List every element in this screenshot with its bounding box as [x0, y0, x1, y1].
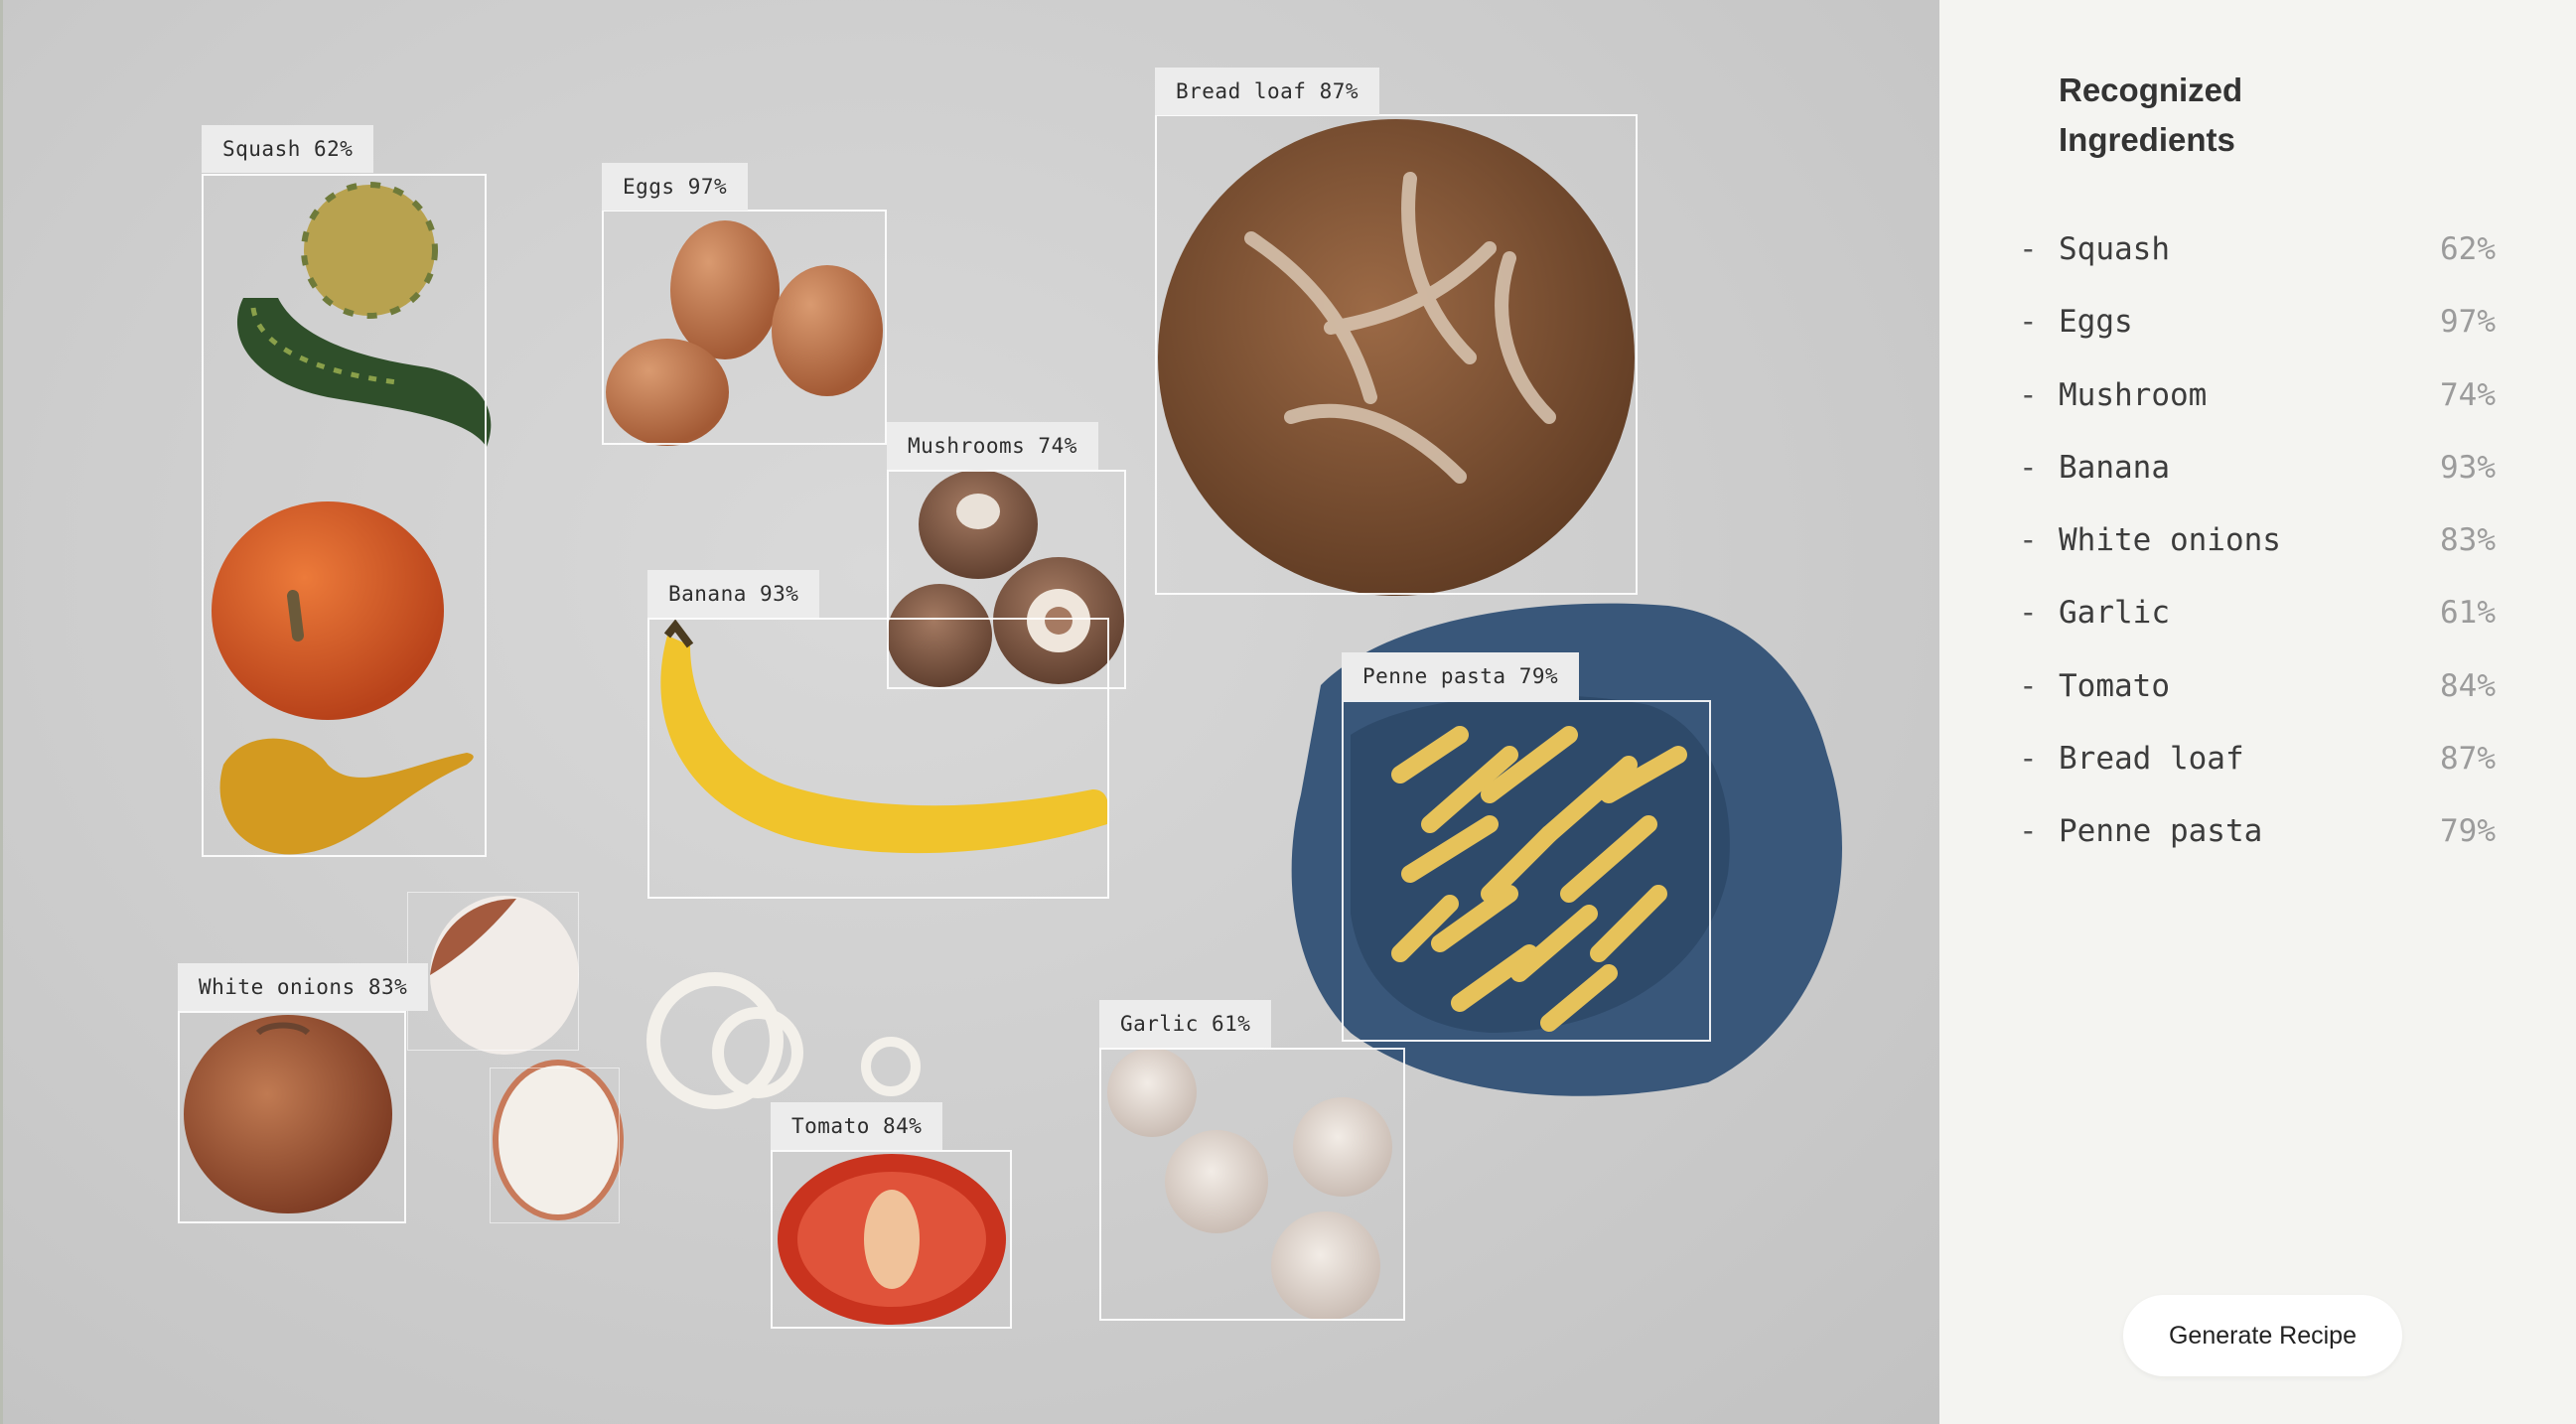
ingredient-name: Eggs [2059, 304, 2133, 341]
tomato-detection-box[interactable] [771, 1150, 1012, 1329]
eggs-detection-label: Eggs 97% [602, 163, 749, 211]
bread-detection-box[interactable] [1155, 114, 1638, 595]
list-dash: - [2019, 449, 2038, 486]
onions-detection-label: White onions 83% [178, 963, 429, 1011]
ingredient-name: Mushroom [2059, 376, 2208, 413]
ingredient-item[interactable]: - Mushroom 74% [2019, 377, 2496, 450]
ingredients-panel: Recognized Ingredients - Squash 62% - Eggs 9… [1939, 0, 2576, 1424]
panel-title: Recognized Ingredients [2059, 71, 2243, 158]
ingredient-confidence: 84% [2440, 667, 2496, 704]
ingredient-item[interactable]: - Tomato 84% [2019, 668, 2496, 741]
ingredient-confidence: 79% [2440, 813, 2496, 850]
ingredient-confidence: 62% [2440, 231, 2496, 267]
pasta-detection-label: Penne pasta 79% [1342, 652, 1580, 700]
ingredient-name: White onions [2059, 522, 2281, 559]
ingredient-confidence: 97% [2440, 304, 2496, 341]
ingredient-confidence: 93% [2440, 449, 2496, 486]
garlic-detection-box[interactable] [1099, 1048, 1405, 1321]
pasta-detection-box[interactable] [1342, 700, 1711, 1042]
list-dash: - [2019, 813, 2038, 850]
banana-detection-label: Banana 93% [647, 570, 820, 618]
list-dash: - [2019, 667, 2038, 704]
ingredient-item[interactable]: - Penne pasta 79% [2019, 813, 2496, 886]
squash-detection-box[interactable] [202, 174, 487, 857]
ingredient-name: Garlic [2059, 595, 2170, 632]
ingredient-item[interactable]: - Bread loaf 87% [2019, 741, 2496, 813]
eggs-detection-box[interactable] [602, 210, 887, 445]
tomato-detection-label: Tomato 84% [771, 1102, 943, 1150]
generate-recipe-button[interactable]: Generate Recipe [2123, 1295, 2402, 1376]
list-dash: - [2019, 231, 2038, 267]
ingredient-name: Tomato [2059, 667, 2170, 704]
ingredient-confidence: 74% [2440, 376, 2496, 413]
ingredient-item[interactable]: - White onions 83% [2019, 522, 2496, 595]
ingredients-photo: Squash 62% Eggs 97% Bread loaf 87% Mushr… [0, 0, 1939, 1424]
ingredient-confidence: 61% [2440, 595, 2496, 632]
ingredient-name: Banana [2059, 449, 2170, 486]
banana-detection-box[interactable] [647, 618, 1109, 899]
list-dash: - [2019, 522, 2038, 559]
list-dash: - [2019, 741, 2038, 778]
mushrooms-detection-label: Mushrooms 74% [887, 422, 1098, 470]
ingredient-item[interactable]: - Squash 62% [2019, 231, 2496, 304]
ingredient-item[interactable]: - Eggs 97% [2019, 304, 2496, 376]
list-dash: - [2019, 304, 2038, 341]
list-dash: - [2019, 376, 2038, 413]
ingredient-confidence: 83% [2440, 522, 2496, 559]
onion-slice-box [490, 1068, 620, 1223]
list-dash: - [2019, 595, 2038, 632]
bread-detection-label: Bread loaf 87% [1155, 68, 1380, 115]
garlic-detection-label: Garlic 61% [1099, 1000, 1272, 1048]
onion-half-box [407, 892, 579, 1051]
ingredient-confidence: 87% [2440, 741, 2496, 778]
ingredient-item[interactable]: - Garlic 61% [2019, 595, 2496, 667]
squash-detection-label: Squash 62% [202, 125, 374, 173]
ingredient-list: - Squash 62% - Eggs 97% - Mushroom 74% - Banana… [2019, 231, 2496, 887]
ingredient-name: Squash [2059, 231, 2170, 267]
onions-detection-box[interactable] [178, 1011, 406, 1223]
ingredient-name: Bread loaf [2059, 741, 2244, 778]
ingredient-item[interactable]: - Banana 93% [2019, 450, 2496, 522]
ingredient-name: Penne pasta [2059, 813, 2263, 850]
